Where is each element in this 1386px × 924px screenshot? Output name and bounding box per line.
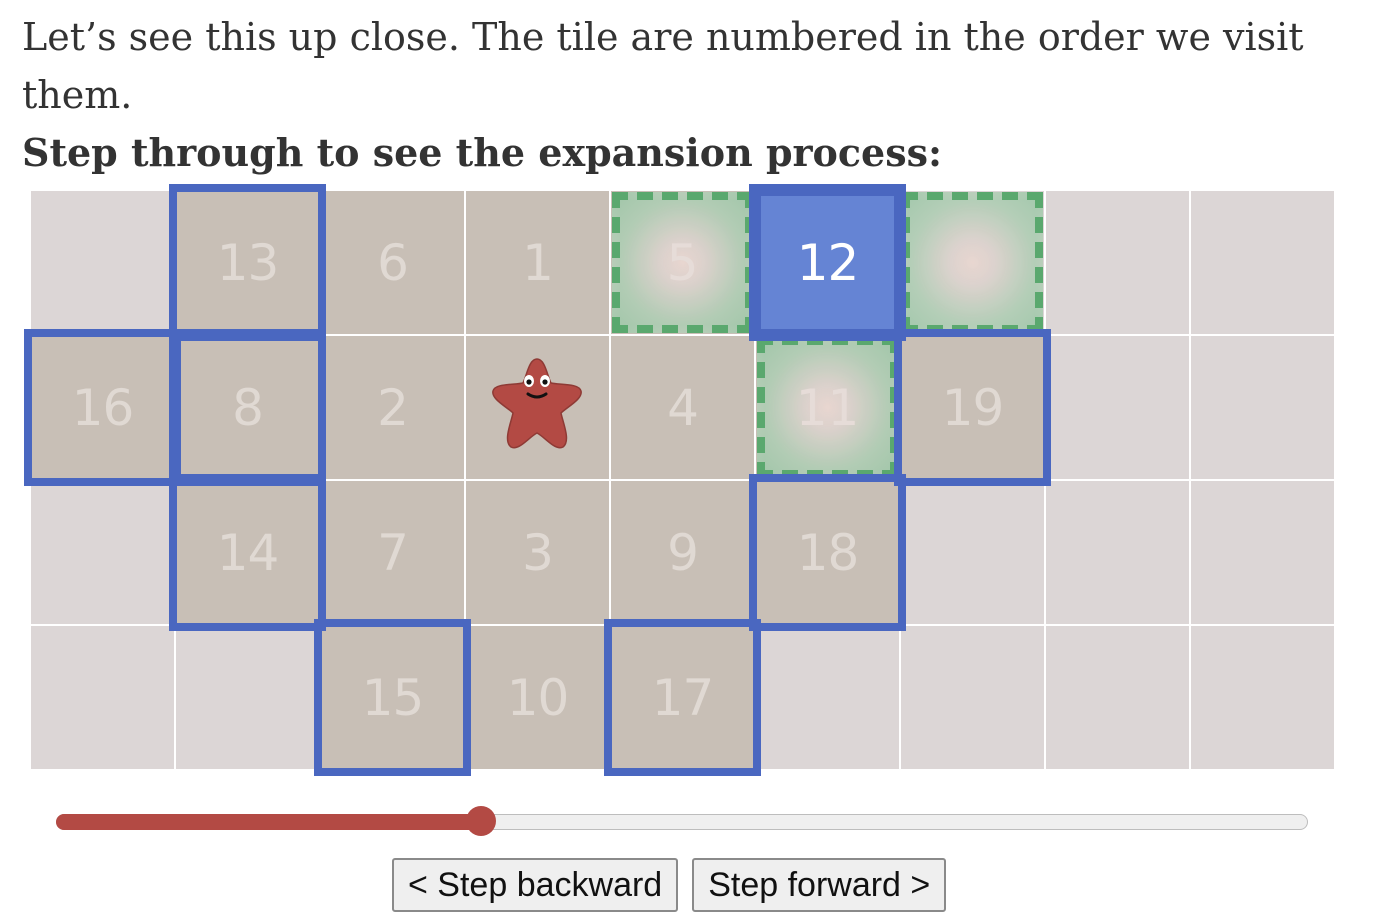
grid-tile: 16 <box>31 336 174 479</box>
grid-tile <box>1046 191 1189 334</box>
step-forward-button[interactable]: Step forward > <box>692 858 947 912</box>
grid-tile: 18 <box>756 481 899 624</box>
slider-fill <box>56 814 481 830</box>
grid-tile: 1 <box>466 191 609 334</box>
grid-tile <box>901 481 1044 624</box>
grid-tile: 11 <box>756 336 899 479</box>
intro-line-2: Step through to see the expansion proces… <box>22 130 943 175</box>
grid-tile: 15 <box>321 626 464 769</box>
grid-tile: 2 <box>321 336 464 479</box>
grid-tile <box>1191 481 1334 624</box>
grid-tile <box>31 191 174 334</box>
grid-tile: 4 <box>611 336 754 479</box>
grid-tile <box>1191 626 1334 769</box>
grid-tile <box>1046 481 1189 624</box>
grid-tile: 3 <box>466 481 609 624</box>
grid-tile <box>466 336 609 479</box>
grid-tile: 10 <box>466 626 609 769</box>
grid-tile <box>1191 191 1334 334</box>
grid-tile: 13 <box>176 191 319 334</box>
grid-tile: 5 <box>611 191 754 334</box>
grid-tile <box>901 191 1044 334</box>
grid-tile: 12 <box>756 191 899 334</box>
grid-tile: 7 <box>321 481 464 624</box>
grid-diagram: 13 6 1 5 12 16 8 2 4 11 19 14 7 3 9 18 15 10 17 5 11 <box>24 184 1335 776</box>
grid-tile <box>901 626 1044 769</box>
slider-thumb[interactable] <box>466 806 496 836</box>
step-controls: < Step backward Step forward > <box>392 858 947 912</box>
grid-tile: 14 <box>176 481 319 624</box>
tile-grid: 13 6 1 5 12 16 8 2 4 11 19 14 7 3 9 18 15 10 17 <box>30 190 1335 770</box>
grid-tile: 9 <box>611 481 754 624</box>
grid-tile <box>31 481 174 624</box>
grid-tile <box>176 626 319 769</box>
grid-tile: 19 <box>901 336 1044 479</box>
grid-tile <box>1191 336 1334 479</box>
grid-tile: 8 <box>176 336 319 479</box>
intro-line-1: Let’s see this up close. The tile are nu… <box>22 15 1304 117</box>
grid-tile <box>31 626 174 769</box>
grid-tile <box>1046 626 1189 769</box>
step-slider[interactable] <box>56 806 1308 836</box>
grid-tile: 6 <box>321 191 464 334</box>
step-backward-button[interactable]: < Step backward <box>392 858 679 912</box>
intro-text: Let’s see this up close. The tile are nu… <box>22 8 1362 182</box>
grid-tile: 17 <box>611 626 754 769</box>
grid-tile <box>756 626 899 769</box>
grid-tile <box>1046 336 1189 479</box>
